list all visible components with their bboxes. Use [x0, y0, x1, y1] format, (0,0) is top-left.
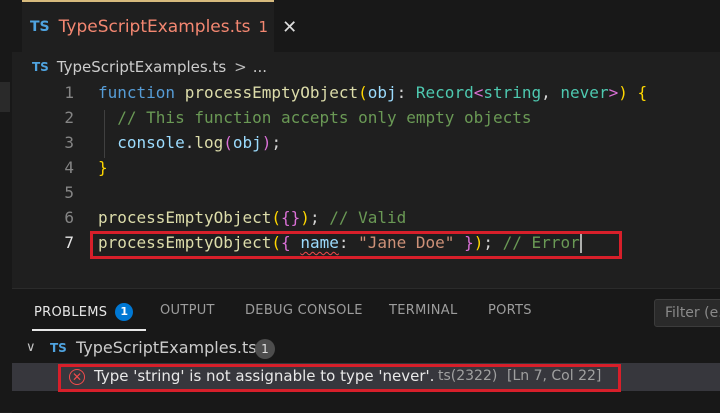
- text-cursor: [579, 234, 582, 253]
- line-number: 3: [64, 133, 74, 152]
- tab-debug-console[interactable]: DEBUG CONSOLE: [245, 303, 363, 318]
- error-location: [Ln 7, Col 22]: [507, 368, 602, 384]
- line-number: 2: [64, 108, 74, 127]
- code-text: processEmptyObject({}); // Valid: [98, 208, 407, 227]
- line-number: 6: [64, 208, 74, 227]
- code-text: function processEmptyObject(obj: Record<…: [98, 83, 648, 102]
- problems-file-count: 1: [255, 339, 275, 359]
- typescript-file-icon: TS: [32, 60, 49, 74]
- code-line[interactable]: 2 // This function accepts only empty ob…: [12, 105, 720, 130]
- code-line[interactable]: 5: [12, 180, 720, 205]
- error-icon: ✕: [69, 369, 85, 385]
- breadcrumb: TS TypeScriptExamples.ts > ...: [32, 56, 267, 78]
- error-squiggle: name: [300, 233, 339, 252]
- panel-tabs: PROBLEMS 1 OUTPUT DEBUG CONSOLE TERMINAL…: [12, 289, 720, 333]
- line-number: 7: [64, 233, 74, 252]
- tab-output[interactable]: OUTPUT: [160, 303, 215, 318]
- chevron-down-icon[interactable]: ∨: [26, 340, 36, 355]
- tab-problem-count: 1: [258, 18, 269, 36]
- line-number: 5: [64, 183, 74, 202]
- editor-tab-bar: TS TypeScriptExamples.ts 1 ✕: [12, 0, 720, 52]
- typescript-file-icon: TS: [30, 19, 50, 35]
- tab-problems-label: PROBLEMS: [34, 304, 108, 320]
- code-text: }: [98, 158, 108, 177]
- chevron-right-icon: >: [234, 58, 247, 76]
- error-code: ts(2322): [438, 368, 498, 384]
- tab-terminal[interactable]: TERMINAL: [389, 303, 458, 318]
- problems-count-badge: 1: [115, 303, 134, 321]
- tab-ports[interactable]: PORTS: [488, 303, 532, 318]
- activity-strip: [0, 0, 12, 412]
- breadcrumb-more[interactable]: ...: [253, 58, 267, 76]
- code-line[interactable]: 6 processEmptyObject({}); // Valid: [12, 205, 720, 230]
- code-line[interactable]: 1 function processEmptyObject(obj: Recor…: [12, 80, 720, 105]
- line-number: 4: [64, 158, 74, 177]
- typescript-file-icon: TS: [50, 341, 67, 355]
- code-text: console.log(obj);: [117, 133, 282, 152]
- code-editor[interactable]: 1 function processEmptyObject(obj: Recor…: [12, 80, 720, 266]
- close-icon[interactable]: ✕: [282, 17, 297, 38]
- breadcrumb-file[interactable]: TypeScriptExamples.ts: [57, 58, 226, 76]
- problem-item[interactable]: ✕ Type 'string' is not assignable to typ…: [12, 363, 720, 391]
- active-tab-indicator: [32, 329, 146, 331]
- code-text: processEmptyObject({ name: "Jane Doe" })…: [98, 233, 582, 253]
- code-line[interactable]: 3 console.log(obj);: [12, 130, 720, 155]
- code-line[interactable]: 4 }: [12, 155, 720, 180]
- problems-file-name: TypeScriptExamples.ts: [76, 338, 257, 357]
- problems-file-group[interactable]: ∨ TS TypeScriptExamples.ts 1: [12, 337, 720, 361]
- tab-title: TypeScriptExamples.ts: [58, 17, 251, 37]
- line-number: 1: [64, 83, 74, 102]
- tab-problems[interactable]: PROBLEMS 1: [34, 303, 134, 321]
- code-text: // This function accepts only empty obje…: [117, 108, 532, 127]
- code-line-active[interactable]: 7 processEmptyObject({ name: "Jane Doe" …: [12, 230, 720, 255]
- activity-marker: [0, 82, 10, 112]
- bottom-panel: PROBLEMS 1 OUTPUT DEBUG CONSOLE TERMINAL…: [12, 288, 720, 413]
- tab-typescript-examples[interactable]: TS TypeScriptExamples.ts 1 ✕: [22, 0, 297, 52]
- error-message: Type 'string' is not assignable to type …: [94, 367, 435, 385]
- filter-input[interactable]: Filter (e.g. text, **/*.ts, !**/node_mod…: [654, 299, 720, 327]
